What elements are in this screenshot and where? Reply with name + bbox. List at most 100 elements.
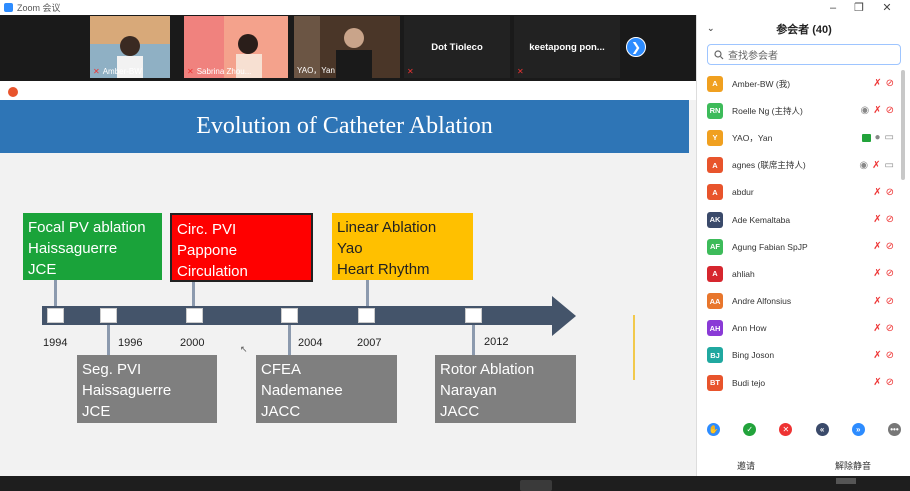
participant-name: Andre Alfonsius [732, 296, 792, 307]
mic-off-icon: ✗ [873, 241, 882, 253]
mic-off-icon: ✕ [93, 67, 100, 76]
mic-off-icon: ✗ [873, 78, 882, 90]
avatar: AF [707, 238, 723, 255]
participant-row[interactable]: Aahliah ✗ ⊘ [697, 260, 902, 287]
tile-name: Dot Tioleco [431, 41, 483, 53]
scrollbar[interactable] [901, 70, 905, 180]
camera-on-icon: ▭ [884, 132, 894, 144]
connector [288, 325, 291, 355]
no-icon[interactable]: ✕ [779, 423, 793, 436]
participant-row[interactable]: AK Ade Kemaltaba ✗ ⊘ [697, 206, 902, 233]
faster-icon[interactable]: » [851, 423, 865, 436]
timeline-marker [186, 308, 203, 323]
unmute-all-button[interactable]: 解除静音 [827, 457, 879, 475]
year-label: 1994 [43, 337, 68, 349]
tile-name: ✕ Amber-BW [93, 67, 142, 76]
mouse-cursor-icon: ↖ [240, 344, 248, 354]
video-on-icon [861, 133, 871, 142]
participant-row[interactable]: BT Budi tejo ✗ ⊘ [697, 369, 902, 396]
camera-on-icon: ▭ [884, 159, 894, 171]
event-box: CFEA Nademanee JACC [256, 355, 397, 423]
mic-off-icon: ✗ [872, 159, 881, 171]
video-tile[interactable]: Dot Tioleco ✕ [404, 16, 510, 78]
mic-off-icon: ✗ [873, 214, 882, 226]
participant-row[interactable]: AF Agung Fabian SpJP ✗ ⊘ [697, 233, 902, 260]
next-page-arrow-icon[interactable]: ❯ [626, 37, 646, 57]
tile-mic: ✕ [407, 67, 414, 76]
camera-off-icon: ⊘ [885, 349, 894, 361]
camera-off-icon: ⊘ [885, 241, 894, 253]
search-icon [714, 49, 724, 59]
collapse-chevron-icon[interactable]: ⌄ [707, 23, 715, 34]
participant-list: A Amber-BW (我) ✗ ⊘ RN Roelle Ng (主持人) ◉ ✗ ⊘ Y YAO，… [697, 70, 902, 396]
mic-off-icon: ✗ [873, 322, 882, 334]
video-tile[interactable]: ✕ Sabrina Zhou... [184, 16, 288, 78]
year-label: 2004 [298, 337, 323, 349]
camera-off-icon: ⊘ [885, 268, 894, 280]
year-label: 2012 [484, 336, 509, 348]
connector [366, 280, 369, 308]
participant-status: ✗ ⊘ [873, 187, 894, 198]
participant-name: Agung Fabian SpJP [732, 241, 808, 252]
participant-status: ✗ ⊘ [873, 268, 894, 279]
panel-title: 参会者 (40) [776, 24, 832, 36]
timeline-marker [47, 308, 64, 323]
slower-icon[interactable]: « [815, 423, 829, 436]
participant-row[interactable]: AH Ann How ✗ ⊘ [697, 315, 902, 342]
panel-footer: 邀请 解除静音 [697, 457, 910, 475]
zoom-window: Zoom 会议 – ❐ ✕ ✕ Amber-BW ✕ Sabrina Zhou... [0, 0, 910, 491]
mic-off-icon: ✕ [517, 67, 524, 76]
participant-name: ahliah [732, 268, 755, 279]
taskbar [0, 476, 910, 491]
event-box: Rotor Ablation Narayan JACC [435, 355, 576, 423]
taskbar-tab[interactable] [520, 480, 552, 491]
more-icon[interactable]: ••• [887, 423, 901, 436]
participant-row[interactable]: AA Andre Alfonsius ✗ ⊘ [697, 288, 902, 315]
camera-off-icon: ⊘ [885, 186, 894, 198]
participant-name: Amber-BW (我) [732, 78, 791, 89]
event-box: Circ. PVI Pappone Circulation [170, 213, 313, 282]
participant-row[interactable]: Y YAO，Yan ● ▭ [697, 124, 902, 151]
year-label: 2007 [357, 337, 382, 349]
camera-off-icon: ⊘ [885, 214, 894, 226]
participant-name: Ann How [732, 323, 767, 334]
yes-icon[interactable]: ✓ [743, 423, 757, 436]
participant-status: ✗ ⊘ [873, 323, 894, 334]
share-icon: ◉ [860, 105, 870, 117]
participant-row[interactable]: A Amber-BW (我) ✗ ⊘ [697, 70, 902, 97]
tile-mic: ✕ [517, 67, 524, 76]
participant-name: Budi tejo [732, 377, 766, 388]
participant-name: agnes (联席主持人) [732, 160, 806, 171]
raise-hand-icon[interactable]: ✋ [707, 423, 720, 436]
zoom-logo-icon [4, 3, 13, 12]
avatar: A [707, 157, 723, 174]
camera-off-icon: ⊘ [885, 105, 894, 117]
invite-button[interactable]: 邀请 [729, 457, 763, 475]
slide-edge-line [633, 315, 635, 380]
participant-row[interactable]: RN Roelle Ng (主持人) ◉ ✗ ⊘ [697, 97, 902, 124]
window-title: Zoom 会议 [17, 3, 61, 13]
video-tile[interactable]: ✕ Amber-BW [90, 16, 170, 78]
avatar: A [707, 265, 723, 282]
record-icon [8, 87, 18, 97]
connector [472, 325, 475, 355]
mic-off-icon: ✗ [873, 295, 882, 307]
camera-off-icon: ⊘ [885, 78, 894, 90]
participant-row[interactable]: BJ Bing Joson ✗ ⊘ [697, 342, 902, 369]
participant-name: YAO，Yan [732, 132, 773, 143]
video-tile[interactable]: keetapong pon... ✕ [514, 16, 620, 78]
event-box: Seg. PVI Haissaguerre JCE [77, 355, 217, 423]
minimize-button[interactable]: – [820, 0, 846, 15]
tile-name: keetapong pon... [529, 41, 605, 53]
event-box: Linear Ablation Yao Heart Rhythm [332, 213, 473, 280]
close-button[interactable]: ✕ [874, 0, 900, 15]
avatar: A [707, 75, 723, 92]
participant-name: Ade Kemaltaba [732, 214, 791, 225]
mic-off-icon: ✗ [873, 377, 882, 389]
avatar: AK [707, 211, 723, 228]
search-input[interactable]: 查找参会者 [707, 44, 901, 65]
video-tile[interactable]: YAO，Yan [294, 16, 400, 78]
maximize-button[interactable]: ❐ [846, 0, 872, 15]
participant-row[interactable]: Aagnes (联席主持人) ◉ ✗ ▭ [697, 152, 902, 179]
participant-row[interactable]: Aabdur ✗ ⊘ [697, 179, 902, 206]
